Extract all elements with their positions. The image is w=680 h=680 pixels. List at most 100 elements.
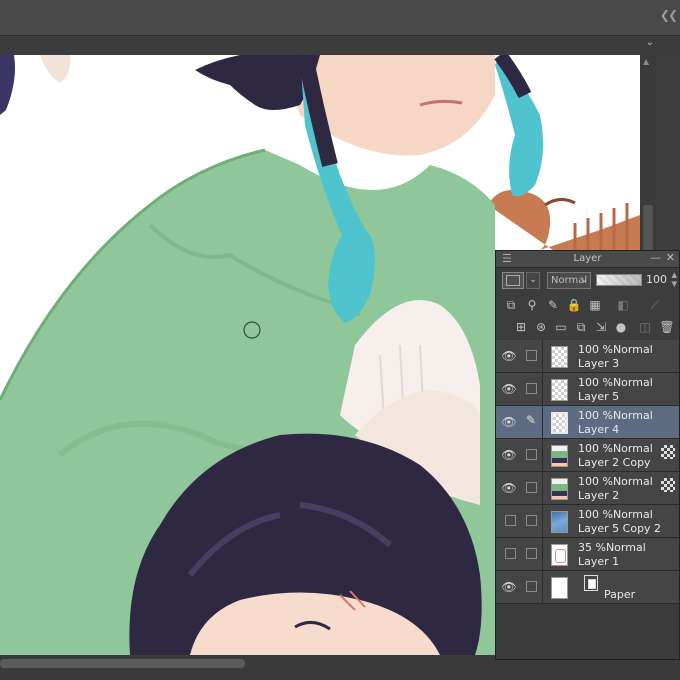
trash-icon[interactable]: 🗑 bbox=[658, 318, 676, 336]
layer-list: 👁 100 %Normal Layer 3 👁 100 %Normal Laye… bbox=[496, 340, 679, 604]
collapse-panel-icon[interactable]: ❮❮ bbox=[660, 8, 678, 22]
layer-thumbnail bbox=[551, 412, 568, 434]
layer-opacity-mode: 100 %Normal bbox=[578, 442, 653, 455]
row-divider bbox=[542, 538, 543, 571]
visibility-eye-icon[interactable]: 👁 bbox=[499, 580, 519, 594]
layer-name: Paper bbox=[604, 588, 636, 601]
visibility-eye-icon[interactable]: 👁 bbox=[499, 382, 519, 396]
layer-name: Layer 2 Copy bbox=[578, 456, 651, 469]
opacity-slider[interactable] bbox=[596, 274, 642, 286]
layer-select-checkbox[interactable] bbox=[526, 482, 537, 493]
right-dock-strip bbox=[656, 55, 680, 250]
layer-panel-titlebar[interactable]: ☰ Layer — ✕ bbox=[496, 251, 679, 268]
layer-mode: Normal bbox=[612, 409, 653, 422]
layer-row-paper[interactable]: 👁 Paper bbox=[496, 571, 679, 604]
layer-mode: Normal bbox=[612, 376, 653, 389]
row-divider bbox=[542, 340, 543, 373]
apply-mask-icon[interactable]: ◫ bbox=[636, 318, 654, 336]
layer-row-layer-2-copy[interactable]: 👁 100 %Normal Layer 2 Copy bbox=[496, 439, 679, 472]
ruler-icon[interactable]: ⟋ bbox=[646, 296, 664, 314]
hand-fragment bbox=[40, 55, 71, 83]
layer-name: Layer 5 Copy 2 bbox=[578, 522, 662, 535]
layer-mask-icon[interactable] bbox=[661, 445, 675, 459]
layer-mode: Normal bbox=[612, 508, 653, 521]
layer-opacity-mode: 100 %Normal bbox=[578, 409, 653, 422]
create-mask-icon[interactable]: ● bbox=[612, 318, 630, 336]
layer-opacity: 100 % bbox=[578, 409, 613, 422]
new-vector-layer-icon[interactable]: ⊛ bbox=[532, 318, 550, 336]
copy-layer-icon[interactable]: ⧉ bbox=[572, 318, 590, 336]
layer-thumbnail bbox=[551, 544, 568, 566]
layer-mode: Normal bbox=[605, 541, 646, 554]
new-raster-layer-icon[interactable]: ⊞ bbox=[512, 318, 530, 336]
visibility-eye-icon[interactable]: 👁 bbox=[499, 481, 519, 495]
top-toolbar: ❮❮ bbox=[0, 0, 680, 36]
chevron-down-icon[interactable]: ⌄ bbox=[646, 37, 654, 48]
canvas-tab-bar: ⌄ bbox=[0, 36, 680, 55]
opacity-value[interactable]: 100 bbox=[646, 273, 667, 286]
new-folder-icon[interactable]: ▭ bbox=[552, 318, 570, 336]
layer-row-layer-2[interactable]: 👁 100 %Normal Layer 2 bbox=[496, 472, 679, 505]
harp-scroll bbox=[544, 198, 576, 207]
layer-select-checkbox[interactable] bbox=[526, 581, 537, 592]
layer-opacity: 100 % bbox=[578, 475, 613, 488]
layer-opacity-mode: 100 %Normal bbox=[578, 343, 653, 356]
layer-color-icon[interactable] bbox=[502, 272, 524, 289]
layer-select-checkbox[interactable] bbox=[526, 548, 537, 559]
layer-thumbnail bbox=[551, 511, 568, 533]
visibility-eye-icon[interactable]: 👁 bbox=[499, 448, 519, 462]
visibility-eye-icon[interactable]: 👁 bbox=[499, 349, 519, 363]
layer-thumbnail bbox=[551, 577, 568, 599]
layer-opacity: 100 % bbox=[578, 508, 613, 521]
lock-icon[interactable]: 🔒 bbox=[565, 296, 583, 314]
layer-opacity-mode: 35 %Normal bbox=[578, 541, 646, 554]
layer-opacity-mode: 100 %Normal bbox=[578, 475, 653, 488]
scroll-up-icon[interactable]: ▲ bbox=[643, 57, 649, 66]
layer-row-layer-5-copy-2[interactable]: 100 %Normal Layer 5 Copy 2 bbox=[496, 505, 679, 538]
layer-opacity: 35 % bbox=[578, 541, 606, 554]
layer-property-bar: ⌄ Normal ⌄ 100 ▲ ▼ bbox=[496, 268, 679, 294]
close-icon[interactable]: ✕ bbox=[666, 251, 675, 264]
row-divider bbox=[542, 571, 543, 604]
reference-layer-icon[interactable]: ⚲ bbox=[523, 296, 541, 314]
clip-layer-icon[interactable]: ⧉ bbox=[502, 296, 520, 314]
layer-select-checkbox[interactable] bbox=[526, 449, 537, 460]
draft-layer-icon[interactable]: ✎ bbox=[544, 296, 562, 314]
layer-select-checkbox[interactable] bbox=[526, 515, 537, 526]
layer-name: Layer 3 bbox=[578, 357, 620, 370]
opacity-spinner-icon[interactable]: ▲ ▼ bbox=[672, 271, 677, 289]
layer-mask-icon[interactable] bbox=[661, 478, 675, 492]
layer-color-dropdown[interactable]: ⌄ bbox=[526, 272, 540, 289]
layer-opacity: 100 % bbox=[578, 376, 613, 389]
row-divider bbox=[542, 373, 543, 406]
merge-down-icon[interactable]: ⇲ bbox=[592, 318, 610, 336]
layer-toolbar-bottom: ⊞ ⊛ ▭ ⧉ ⇲ ● ◫ 🗑 bbox=[496, 316, 679, 338]
layer-opacity: 100 % bbox=[578, 442, 613, 455]
layer-opacity: 100 % bbox=[578, 343, 613, 356]
visibility-toggle-off[interactable] bbox=[505, 515, 516, 526]
hair-fragment bbox=[0, 55, 15, 115]
layer-name: Layer 2 bbox=[578, 489, 620, 502]
layer-select-checkbox[interactable] bbox=[526, 383, 537, 394]
mask-enable-icon[interactable]: ◧ bbox=[614, 296, 632, 314]
blend-mode-select[interactable]: Normal ⌄ bbox=[547, 272, 591, 289]
layer-select-checkbox[interactable] bbox=[526, 350, 537, 361]
layer-thumbnail bbox=[551, 478, 568, 500]
lock-transparency-icon[interactable]: ▦ bbox=[586, 296, 604, 314]
visibility-eye-icon[interactable]: 👁 bbox=[499, 415, 519, 429]
layer-opacity-mode: 100 %Normal bbox=[578, 508, 653, 521]
layer-name: Layer 4 bbox=[578, 423, 620, 436]
row-divider bbox=[542, 406, 543, 439]
visibility-toggle-off[interactable] bbox=[505, 548, 516, 559]
layer-thumbnail bbox=[551, 379, 568, 401]
layer-row-layer-1[interactable]: 35 %Normal Layer 1 bbox=[496, 538, 679, 571]
minimize-icon[interactable]: — bbox=[650, 251, 661, 264]
paper-layer-icon bbox=[584, 575, 598, 591]
layer-row-layer-3[interactable]: 👁 100 %Normal Layer 3 bbox=[496, 340, 679, 373]
layer-toolbar-top: ⧉ ⚲ ✎ 🔒 ▦ ◧ ⟋ bbox=[496, 294, 679, 316]
layer-row-layer-4[interactable]: 👁 ✎ 100 %Normal Layer 4 bbox=[496, 406, 679, 439]
layer-row-layer-5[interactable]: 👁 100 %Normal Layer 5 bbox=[496, 373, 679, 406]
horizontal-scroll-thumb[interactable] bbox=[0, 659, 245, 668]
layer-thumbnail bbox=[551, 346, 568, 368]
layer-name: Layer 5 bbox=[578, 390, 620, 403]
